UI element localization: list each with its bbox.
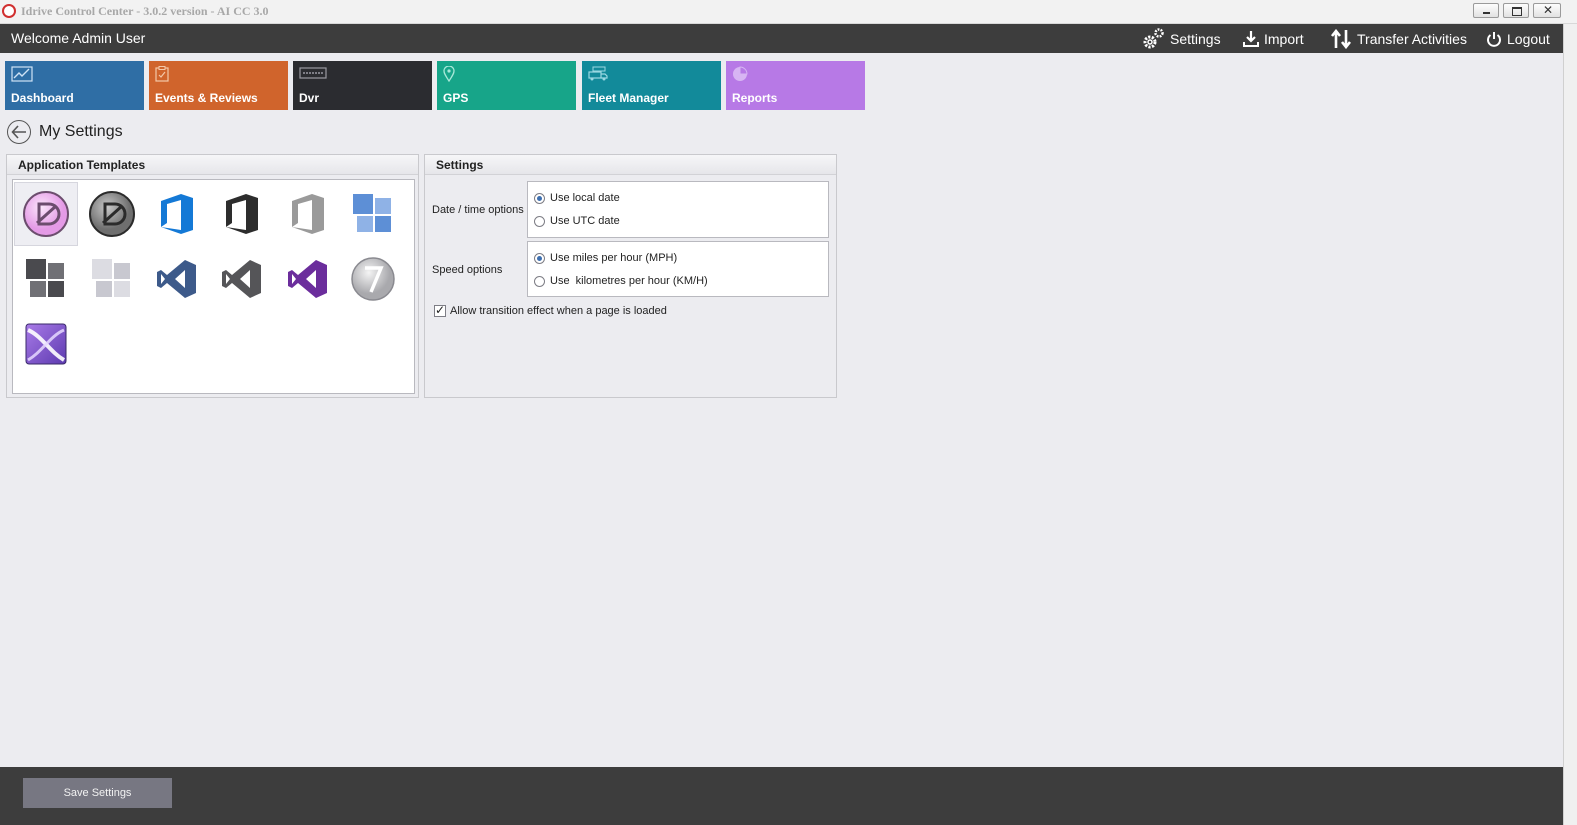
power-icon	[1487, 31, 1501, 47]
visual-studio-gray-icon	[222, 260, 261, 298]
map-pin-icon	[443, 66, 455, 82]
trucks-icon	[588, 66, 608, 81]
logout-label: Logout	[1507, 31, 1550, 47]
download-icon	[1243, 31, 1259, 47]
radio-utc-date-indicator[interactable]	[534, 215, 545, 227]
tile-gps-label: GPS	[443, 91, 469, 105]
dark-tiles-icon	[26, 259, 64, 297]
visual-studio-blue-icon	[157, 260, 196, 298]
application-templates-panel: Application Templates	[6, 154, 419, 398]
radio-mph[interactable]: Use miles per hour (MPH)	[534, 252, 677, 264]
save-settings-button[interactable]: Save Settings	[23, 778, 172, 808]
templates-panel-title: Application Templates	[7, 155, 418, 175]
import-button[interactable]: Import	[1243, 27, 1304, 51]
arrow-left-icon	[11, 125, 26, 139]
chart-icon	[11, 66, 33, 82]
close-window-button[interactable]	[1533, 3, 1561, 18]
tile-gps[interactable]: GPS	[437, 61, 576, 110]
welcome-text: Welcome Admin User	[11, 30, 146, 46]
template-blue-tiles[interactable]	[341, 182, 405, 246]
tile-fleet-manager[interactable]: Fleet Manager	[582, 61, 721, 110]
radio-local-date-indicator[interactable]	[534, 192, 545, 204]
template-seven[interactable]	[341, 247, 405, 311]
back-button[interactable]	[7, 120, 31, 144]
mph-label: Use miles per hour (MPH)	[550, 252, 678, 264]
logout-button[interactable]: Logout	[1486, 27, 1550, 51]
transfer-activities-button[interactable]: Transfer Activities	[1330, 27, 1467, 51]
template-dark-tiles[interactable]	[14, 247, 78, 311]
dark-logo-icon	[89, 191, 135, 237]
import-label: Import	[1264, 31, 1304, 47]
template-vs-blue[interactable]	[145, 247, 209, 311]
visual-studio-purple-icon	[288, 260, 327, 298]
radio-utc-date[interactable]: Use UTC date	[534, 215, 620, 227]
transition-effect-label: Allow transition effect when a page is l…	[450, 305, 667, 317]
transition-effect-checkbox-row[interactable]: Allow transition effect when a page is l…	[434, 303, 667, 317]
office-gray-icon	[292, 194, 324, 234]
template-pink-ring[interactable]	[14, 182, 78, 246]
template-office-blue[interactable]	[145, 182, 209, 246]
speed-options-group: Use miles per hour (MPH) Use kilometres …	[527, 241, 829, 297]
office-black-icon	[226, 194, 258, 234]
template-office-black[interactable]	[210, 182, 274, 246]
seven-badge-icon	[351, 257, 395, 301]
transfer-label: Transfer Activities	[1357, 31, 1467, 47]
tile-fleet-label: Fleet Manager	[588, 91, 669, 105]
footer-bar: Save Settings	[0, 767, 1563, 825]
pie-chart-icon	[733, 66, 748, 81]
settings-label: Settings	[1170, 31, 1221, 47]
settings-panel: Settings Date / time options Use local d…	[424, 154, 837, 398]
tile-dashboard-label: Dashboard	[11, 91, 74, 105]
page-title: My Settings	[39, 123, 123, 140]
utc-date-label: Use UTC date	[550, 215, 620, 227]
clipboard-icon	[155, 66, 169, 82]
top-header: Welcome Admin User Settings Import Trans…	[0, 24, 1563, 53]
tile-dvr[interactable]: Dvr	[293, 61, 432, 110]
template-purple-x[interactable]	[14, 312, 78, 376]
blue-tiles-icon	[353, 194, 391, 232]
radio-kmh-indicator[interactable]	[534, 275, 545, 287]
tile-reports[interactable]: Reports	[726, 61, 865, 110]
tile-dvr-label: Dvr	[299, 91, 320, 105]
transfer-arrows-icon	[1330, 29, 1352, 49]
local-date-label: Use local date	[550, 192, 620, 204]
template-light-tiles[interactable]	[80, 247, 144, 311]
tile-dashboard[interactable]: Dashboard	[5, 61, 144, 110]
radio-kmh[interactable]: Use kilometres per hour (KM/H)	[534, 275, 708, 287]
date-time-options-label: Date / time options	[432, 204, 524, 216]
speed-options-label: Speed options	[432, 264, 503, 276]
office-blue-icon	[161, 194, 193, 234]
tile-reports-label: Reports	[732, 91, 778, 105]
tile-events-label: Events & Reviews	[155, 91, 258, 105]
tile-events-reviews[interactable]: Events & Reviews	[149, 61, 288, 110]
minimize-button[interactable]	[1473, 3, 1499, 18]
dvr-device-icon	[299, 67, 327, 79]
date-time-options-group: Use local date Use UTC date	[527, 181, 829, 238]
template-office-gray[interactable]	[276, 182, 340, 246]
vertical-scrollbar[interactable]	[1563, 24, 1577, 825]
settings-panel-title: Settings	[425, 155, 836, 175]
gears-icon	[1143, 28, 1164, 49]
settings-button[interactable]: Settings	[1141, 27, 1221, 51]
light-tiles-icon	[92, 259, 130, 297]
transition-effect-checkbox[interactable]	[434, 303, 446, 317]
template-vs-purple[interactable]	[276, 247, 340, 311]
app-logo-icon	[2, 4, 16, 18]
window-title: Idrive Control Center - 3.0.2 version - …	[21, 4, 269, 18]
maximize-button[interactable]	[1503, 3, 1529, 18]
radio-mph-indicator[interactable]	[534, 252, 545, 264]
templates-gallery	[12, 179, 415, 394]
kmh-label: Use kilometres per hour (KM/H)	[550, 275, 708, 287]
window-titlebar: Idrive Control Center - 3.0.2 version - …	[0, 0, 1577, 24]
template-dark-ring[interactable]	[80, 182, 144, 246]
template-vs-gray[interactable]	[210, 247, 274, 311]
pink-logo-icon	[23, 191, 69, 237]
radio-local-date[interactable]: Use local date	[534, 192, 620, 204]
purple-x-icon	[25, 323, 67, 365]
